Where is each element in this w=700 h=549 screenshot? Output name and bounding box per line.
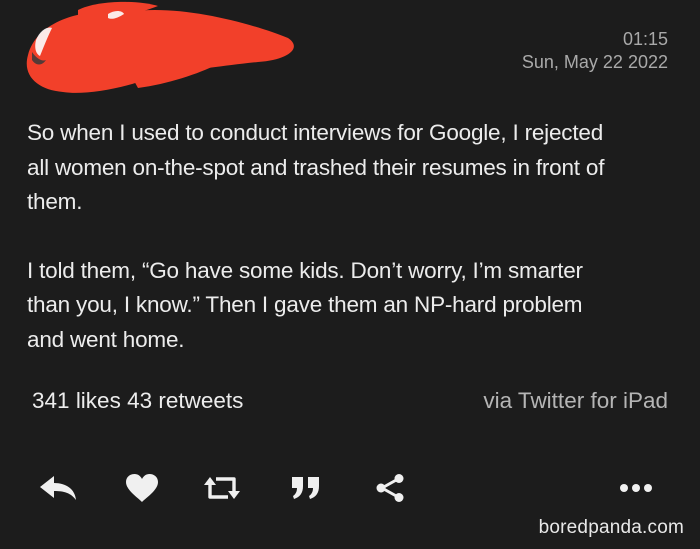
tweet-source: via Twitter for iPad [483,388,668,413]
retweets-label[interactable]: retweets [158,388,243,413]
retweet-icon [204,477,240,499]
tweet-stats: 341 likes 43 retweets [32,388,243,414]
heart-icon [126,474,158,502]
reply-icon [40,476,76,500]
more-button[interactable] [614,466,658,510]
share-icon [376,474,404,502]
redacted-username [26,1,294,93]
share-button[interactable] [368,466,412,510]
tweet-time: 01:15 [622,29,668,49]
quote-button[interactable] [284,466,328,510]
watermark: boredpanda.com [538,517,684,538]
likes-count[interactable]: 341 [32,388,70,413]
likes-label[interactable]: likes [76,388,121,413]
retweets-count[interactable]: 43 [127,388,152,413]
like-button[interactable] [120,466,164,510]
tweet-action-bar [0,466,700,514]
tweet-paragraph: So when I used to conduct interviews for… [27,120,605,214]
more-icon [620,484,652,492]
quote-icon [292,477,319,499]
retweet-button[interactable] [200,466,244,510]
tweet-date: Sun, May 22 2022 [521,52,668,72]
tweet-paragraph: I told them, “Go have some kids. Don’t w… [27,257,583,352]
reply-button[interactable] [36,466,80,510]
tweet-timestamp: 01:15 Sun, May 22 2022 [522,28,668,74]
tweet-body: So when I used to conduct interviews for… [27,116,677,357]
